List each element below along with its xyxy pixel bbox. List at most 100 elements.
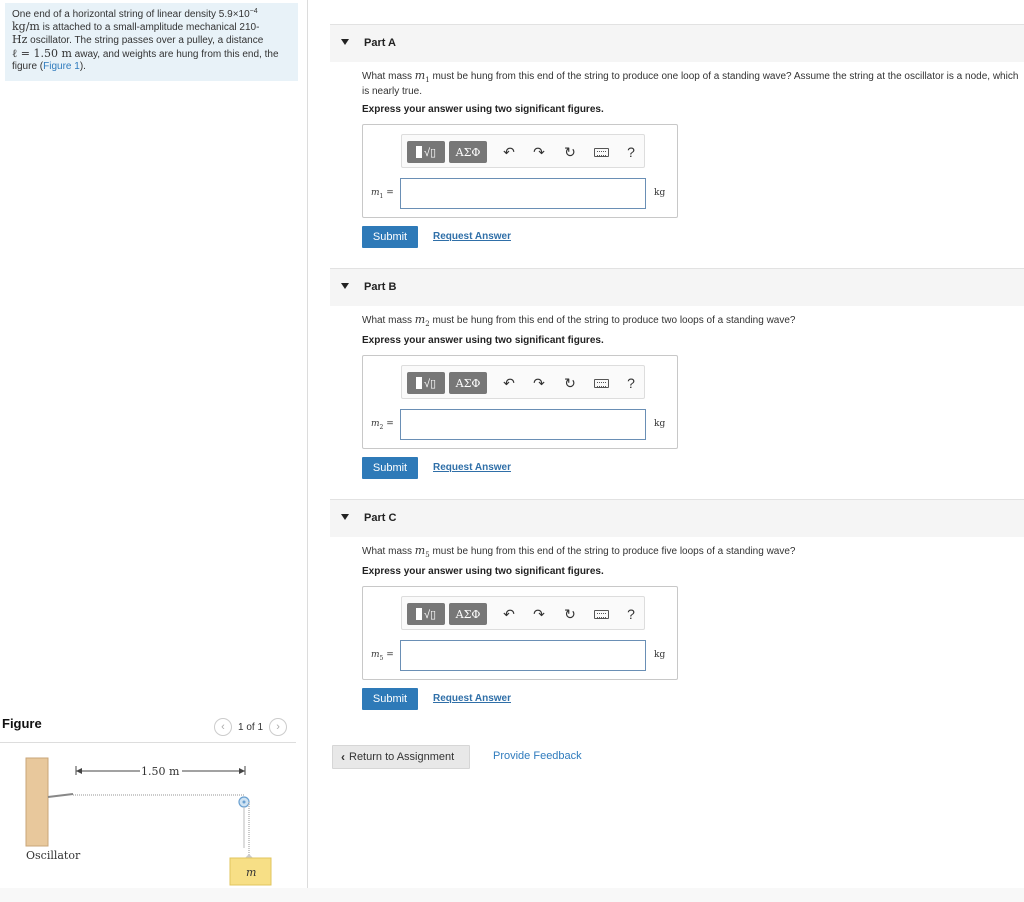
part-c-request-answer-link[interactable]: Request Answer — [433, 693, 511, 704]
reset-icon[interactable]: ↻ — [560, 373, 580, 393]
chevron-right-icon[interactable]: › — [269, 718, 288, 736]
part-a-instruction: Express your answer using two significan… — [362, 104, 604, 115]
label-var: m — [371, 650, 380, 660]
undo-icon[interactable]: ↶ — [499, 373, 519, 393]
answer-input[interactable] — [400, 409, 646, 440]
label-eq: = — [383, 188, 394, 198]
part-b-request-answer-link[interactable]: Request Answer — [433, 462, 511, 473]
figure-title: Figure — [2, 716, 42, 731]
question-text-rest: must be hung from this end of the string… — [362, 71, 1019, 97]
problem-hz-math: Hz — [12, 33, 28, 47]
undo-icon[interactable]: ↶ — [499, 142, 519, 162]
math-toolbar: √▯ ΑΣΦ ↶ ↷ ↻ ? — [401, 134, 645, 168]
part-b-question: What mass m2 must be hung from this end … — [362, 314, 1022, 330]
redo-icon[interactable]: ↷ — [529, 373, 549, 393]
part-b-header[interactable]: Part B — [330, 268, 1024, 306]
part-b-answer-box: √▯ ΑΣΦ ↶ ↷ ↻ ? m2 = kg — [362, 355, 678, 449]
problem-unit-math: kg/m — [12, 20, 40, 34]
reset-icon[interactable]: ↻ — [560, 604, 580, 624]
oscillator-arm — [47, 793, 74, 798]
help-button[interactable]: ? — [621, 604, 641, 624]
question-text-rest: must be hung from this end of the string… — [429, 315, 796, 326]
template-icon[interactable]: √▯ — [407, 141, 445, 163]
part-b-title: Part B — [364, 281, 397, 293]
problem-line-2: is attached to a small-amplitude mechani… — [39, 22, 260, 34]
problem-line-4: away, and weights are hung from this end… — [71, 48, 279, 60]
greek-button[interactable]: ΑΣΦ — [449, 372, 487, 394]
template-icon[interactable]: √▯ — [407, 603, 445, 625]
caret-down-icon[interactable] — [341, 514, 349, 520]
part-c-question: What mass m5 must be hung from this end … — [362, 545, 1022, 561]
chevron-left-icon[interactable]: ‹ — [214, 718, 232, 736]
reset-icon[interactable]: ↻ — [560, 142, 580, 162]
unit-label: kg — [654, 188, 666, 198]
answer-input[interactable] — [400, 178, 646, 209]
part-b-instruction: Express your answer using two significan… — [362, 335, 604, 346]
redo-icon[interactable]: ↷ — [529, 604, 549, 624]
part-a-submit-button[interactable]: Submit — [362, 226, 418, 248]
left-panel: One end of a horizontal string of linear… — [0, 0, 308, 902]
question-var: m — [414, 69, 426, 82]
question-var: m — [414, 313, 426, 326]
figure-divider — [0, 742, 296, 743]
keyboard-icon[interactable] — [594, 610, 609, 619]
greek-button[interactable]: ΑΣΦ — [449, 141, 487, 163]
keyboard-icon[interactable] — [594, 148, 609, 157]
part-a-header[interactable]: Part A — [330, 24, 1024, 62]
distance-label: 1.50 m — [141, 765, 180, 778]
answer-label: m1 = — [371, 188, 394, 200]
label-var: m — [371, 419, 380, 429]
keyboard-icon[interactable] — [594, 379, 609, 388]
problem-line-1: One end of a horizontal string of linear… — [12, 9, 250, 20]
oscillator-label: Oscillator — [26, 849, 81, 862]
return-label: Return to Assignment — [349, 751, 455, 763]
pager-text: 1 of 1 — [238, 721, 264, 733]
redo-icon[interactable]: ↷ — [529, 142, 549, 162]
answer-input[interactable] — [400, 640, 646, 671]
figure-link[interactable]: Figure 1 — [43, 61, 80, 72]
help-button[interactable]: ? — [621, 142, 641, 162]
problem-exponent: −4 — [249, 8, 258, 15]
undo-icon[interactable]: ↶ — [499, 604, 519, 624]
question-text: What mass — [362, 315, 415, 326]
part-c-instruction: Express your answer using two significan… — [362, 566, 604, 577]
label-eq: = — [383, 419, 394, 429]
problem-distance-math: ℓ = 1.50 m — [12, 46, 72, 60]
problem-statement: One end of a horizontal string of linear… — [5, 3, 298, 81]
part-b-submit-button[interactable]: Submit — [362, 457, 418, 479]
part-a-answer-box: √▯ ΑΣΦ ↶ ↷ ↻ ? m1 = kg — [362, 124, 678, 218]
part-c-submit-button[interactable]: Submit — [362, 688, 418, 710]
chevron-left-icon: ‹ — [341, 750, 345, 764]
provide-feedback-link[interactable]: Provide Feedback — [493, 750, 582, 762]
problem-line-5-post: ). — [79, 60, 86, 72]
figure-pager: ‹ 1 of 1 › — [214, 718, 288, 736]
label-eq: = — [383, 650, 394, 660]
question-text: What mass — [362, 546, 415, 557]
question-text-rest: must be hung from this end of the string… — [429, 546, 796, 557]
return-to-assignment-button[interactable]: ‹ Return to Assignment — [332, 745, 470, 769]
problem-line-5-pre: figure ( — [12, 60, 44, 72]
oscillator-block — [25, 757, 49, 847]
question-text: What mass — [362, 71, 415, 82]
part-a-request-answer-link[interactable]: Request Answer — [433, 231, 511, 242]
question-var: m — [414, 544, 426, 557]
part-c-header[interactable]: Part C — [330, 499, 1024, 537]
part-c-answer-box: √▯ ΑΣΦ ↶ ↷ ↻ ? m5 = kg — [362, 586, 678, 680]
bottom-strip — [0, 888, 1024, 902]
math-toolbar: √▯ ΑΣΦ ↶ ↷ ↻ ? — [401, 365, 645, 399]
unit-label: kg — [654, 650, 666, 660]
unit-label: kg — [654, 419, 666, 429]
label-var: m — [371, 188, 380, 198]
template-icon[interactable]: √▯ — [407, 372, 445, 394]
part-a-question: What mass m1 must be hung from this end … — [362, 70, 1022, 98]
greek-button[interactable]: ΑΣΦ — [449, 603, 487, 625]
help-button[interactable]: ? — [621, 373, 641, 393]
caret-down-icon[interactable] — [341, 283, 349, 289]
part-a-title: Part A — [364, 37, 396, 49]
oscillator-figure: Oscillator m 1.50 m — [25, 757, 272, 886]
caret-down-icon[interactable] — [341, 39, 349, 45]
problem-line-3: oscillator. The string passes over a pul… — [27, 35, 264, 47]
math-toolbar: √▯ ΑΣΦ ↶ ↷ ↻ ? — [401, 596, 645, 630]
answer-label: m5 = — [371, 650, 394, 662]
mass-label: m — [246, 866, 256, 879]
